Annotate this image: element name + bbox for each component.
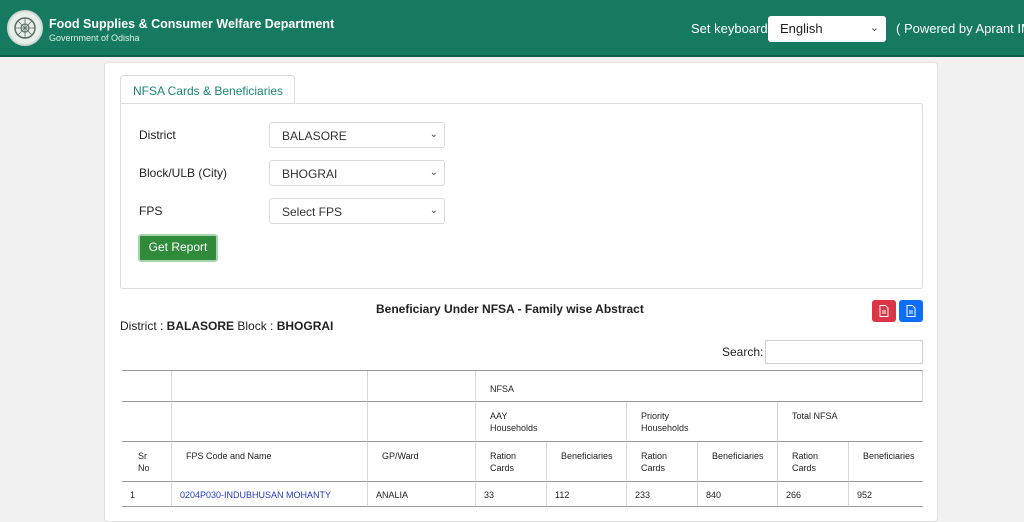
priority-ration-cards-header[interactable]: Ration Cards: [627, 442, 698, 482]
report-title: Beneficiary Under NFSA - Family wise Abs…: [376, 302, 644, 316]
fps-code-header[interactable]: FPS Code and Name: [172, 442, 368, 482]
aay-header-line2: Households: [490, 423, 538, 433]
chevron-down-icon: ⌄: [429, 205, 438, 216]
chevron-down-icon: ⌄: [869, 22, 879, 34]
table-cell-sr: 1: [122, 482, 172, 507]
report-filter-form: [120, 103, 923, 289]
table-cell-total-cards: 266: [778, 482, 849, 507]
table-header-cell: [172, 402, 368, 442]
table-cell-aay-beneficiaries: 112: [547, 482, 627, 507]
powered-by-text: ( Powered by Aprant IMB: [896, 21, 1024, 36]
department-title: Food Supplies & Consumer Welfare Departm…: [49, 17, 335, 31]
block-value: BHOGRAI: [276, 319, 334, 333]
ration-header-line2: Cards: [490, 463, 515, 473]
table-header-cell: [172, 371, 368, 402]
aay-ration-cards-header[interactable]: Ration Cards: [476, 442, 547, 482]
priority-households-header: Priority Households: [627, 402, 778, 442]
table-cell-priority-cards: 233: [627, 482, 698, 507]
get-report-button[interactable]: Get Report: [138, 234, 218, 262]
sr-header-line1: Sr: [138, 451, 147, 461]
document-file-icon: [906, 305, 916, 317]
table-header-cell: [368, 371, 476, 402]
total-nfsa-header: Total NFSA: [778, 402, 923, 442]
odisha-emblem-icon: [7, 10, 43, 46]
gp-ward-header[interactable]: GP/Ward: [368, 442, 476, 482]
fps-link[interactable]: 0204P030-INDUBHUSAN MOHANTY: [172, 482, 368, 507]
chevron-down-icon: ⌄: [429, 129, 438, 140]
aay-households-header: AAY Households: [476, 402, 627, 442]
block-label: Block/ULB (City): [139, 166, 228, 180]
table-header-cell: [122, 402, 172, 442]
block-prefix: Block :: [234, 319, 277, 333]
beneficiary-table: NFSA AAY Households Priority Households …: [122, 370, 923, 513]
priority-header-line2: Households: [641, 423, 689, 433]
ration-header-line2: Cards: [792, 463, 817, 473]
block-select[interactable]: BHOGRAI ⌄: [269, 160, 445, 186]
keyboard-label: Set keyboard: [691, 21, 768, 36]
pdf-file-icon: [879, 305, 889, 317]
table-cell-priority-beneficiaries: 840: [698, 482, 778, 507]
priority-beneficiaries-header[interactable]: Beneficiaries: [698, 442, 778, 482]
district-select-value: BALASORE: [282, 129, 347, 143]
fps-label: FPS: [139, 204, 163, 218]
search-label: Search:: [722, 345, 764, 359]
ration-header-line1: Ration: [641, 451, 668, 461]
top-header: Food Supplies & Consumer Welfare Departm…: [0, 0, 1024, 57]
district-value: BALASORE: [166, 319, 235, 333]
district-prefix: District :: [120, 319, 167, 333]
sr-header-line2: No: [138, 463, 150, 473]
ration-header-line1: Ration: [792, 451, 819, 461]
district-select[interactable]: BALASORE ⌄: [269, 122, 445, 148]
fps-select-value: Select FPS: [282, 205, 343, 219]
fps-select[interactable]: Select FPS ⌄: [269, 198, 445, 224]
priority-header-line1: Priority: [641, 411, 670, 421]
ration-header-line1: Ration: [490, 451, 517, 461]
total-ration-cards-header[interactable]: Ration Cards: [778, 442, 849, 482]
search-input[interactable]: [765, 340, 923, 364]
block-select-value: BHOGRAI: [282, 167, 338, 181]
district-label: District: [139, 128, 176, 142]
tab-nfsa-cards-beneficiaries[interactable]: NFSA Cards & Beneficiaries: [120, 75, 295, 104]
report-location: District : BALASORE Block : BHOGRAI: [120, 319, 333, 333]
aay-beneficiaries-header[interactable]: Beneficiaries: [547, 442, 627, 482]
table-cell-gp: ANALIA: [368, 482, 476, 507]
table-header-cell: [368, 402, 476, 442]
chevron-down-icon: ⌄: [429, 167, 438, 178]
table-cell-aay-cards: 33: [476, 482, 547, 507]
ration-header-line2: Cards: [641, 463, 666, 473]
table-header-cell: [122, 371, 172, 402]
sr-no-header: Sr No: [122, 442, 172, 482]
language-select[interactable]: English ⌄: [768, 16, 886, 42]
department-subtitle: Government of Odisha: [49, 33, 140, 43]
total-beneficiaries-header[interactable]: Beneficiaries: [849, 442, 923, 482]
table-cell-total-beneficiaries: 952: [849, 482, 923, 507]
aay-header-line1: AAY: [490, 411, 508, 421]
export-doc-button[interactable]: [899, 300, 923, 322]
export-pdf-button[interactable]: [872, 300, 896, 322]
language-select-value: English: [780, 21, 823, 36]
nfsa-group-header: NFSA: [476, 371, 923, 402]
